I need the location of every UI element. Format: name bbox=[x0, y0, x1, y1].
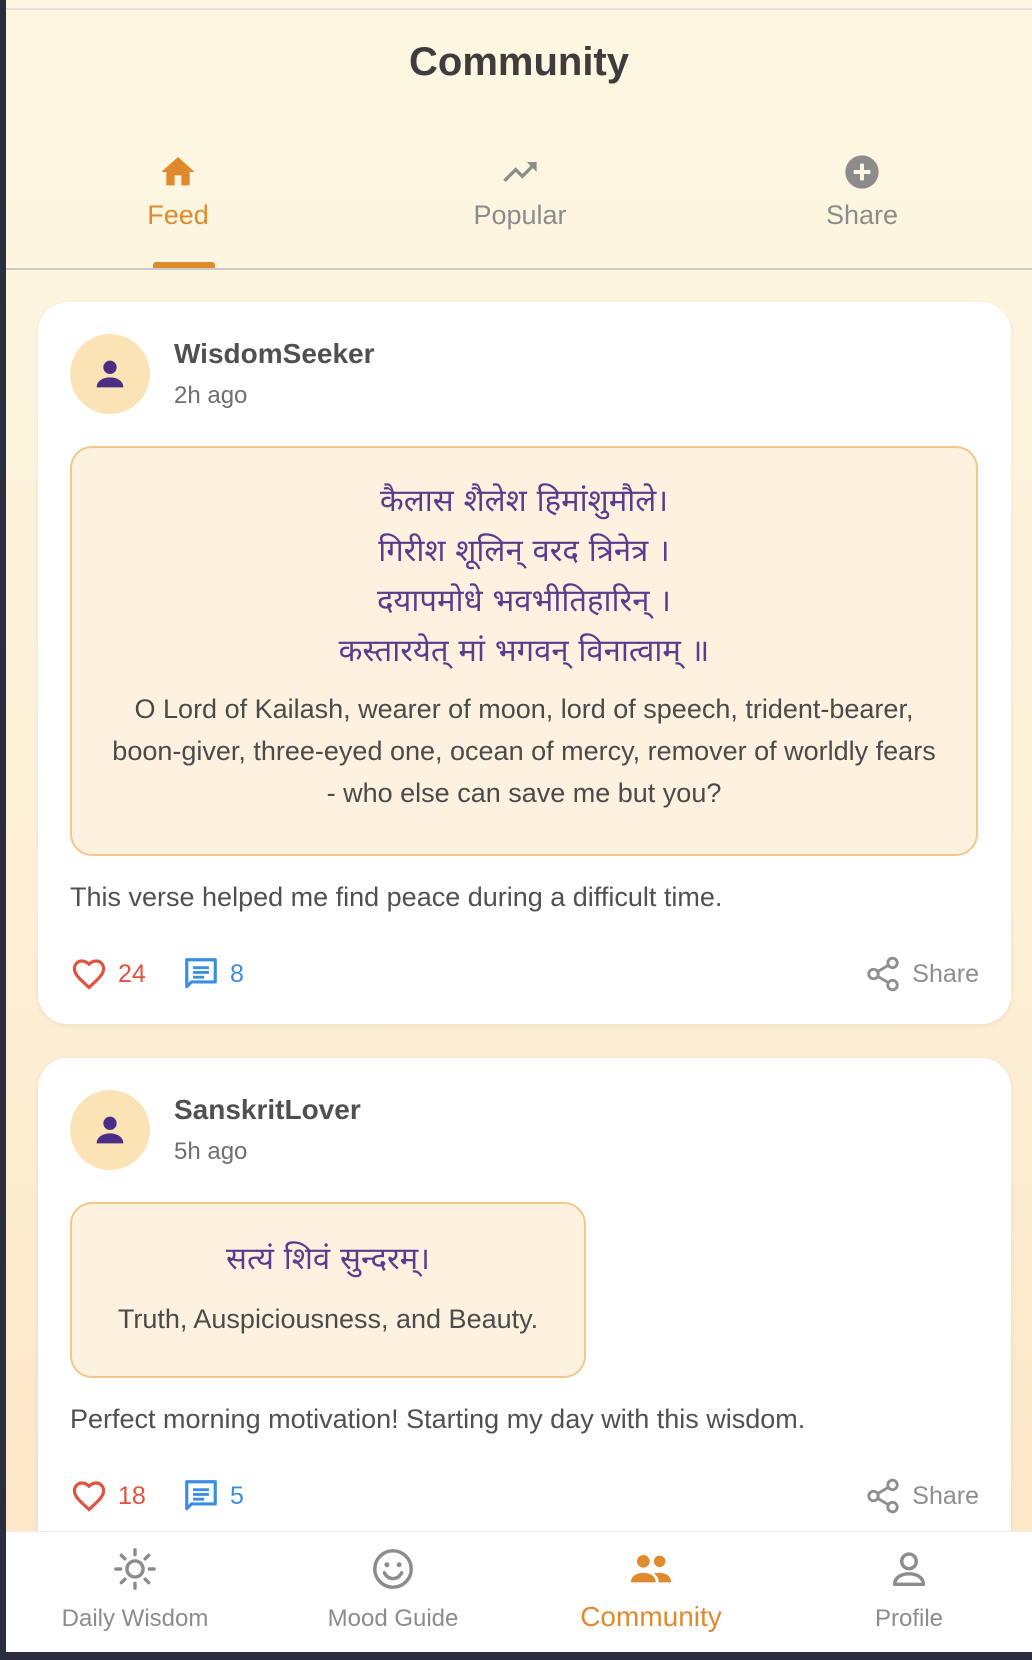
window-edge bbox=[0, 1652, 1032, 1660]
share-icon bbox=[867, 956, 899, 992]
app-screen: Community Feed Popular Share WisdomSeeke… bbox=[6, 0, 1032, 1652]
post-text: Perfect morning motivation! Starting my … bbox=[70, 1404, 806, 1434]
verse-translation: Truth, Auspiciousness, and Beauty. bbox=[117, 1304, 539, 1334]
comment-icon bbox=[185, 958, 217, 989]
share-label: Share bbox=[912, 1481, 979, 1510]
like-button[interactable]: 24 bbox=[70, 952, 146, 996]
comments-count: 8 bbox=[230, 959, 244, 988]
comment-button[interactable]: 5 bbox=[182, 1474, 244, 1518]
nav-community[interactable]: Community bbox=[522, 1532, 780, 1652]
like-button[interactable]: 18 bbox=[70, 1474, 146, 1518]
person-outline-icon bbox=[892, 1552, 926, 1587]
page-title: Community bbox=[409, 40, 629, 84]
post-username[interactable]: WisdomSeeker bbox=[174, 338, 375, 370]
share-icon bbox=[867, 1478, 899, 1514]
comments-count: 5 bbox=[230, 1481, 244, 1510]
comment-icon bbox=[185, 1480, 217, 1511]
post-timestamp: 2h ago bbox=[174, 382, 248, 409]
verse-line: सत्यं शिवं सुन्दरम्। bbox=[226, 1241, 430, 1277]
avatar[interactable] bbox=[70, 334, 150, 414]
nav-label: Mood Guide bbox=[327, 1605, 459, 1632]
tab-label: Popular bbox=[473, 200, 567, 230]
post-text: This verse helped me find peace during a… bbox=[70, 882, 723, 912]
tab-share[interactable]: Share bbox=[692, 140, 1032, 270]
add-circle-icon bbox=[845, 155, 879, 189]
tab-bar: Feed Popular Share bbox=[6, 140, 1032, 270]
heart-icon bbox=[72, 1481, 106, 1512]
verse-line: कैलास शैलेश हिमांशुमौले। bbox=[379, 483, 669, 519]
verse-box: सत्यं शिवं सुन्दरम्। Truth, Auspiciousne… bbox=[70, 1202, 586, 1378]
people-icon bbox=[630, 1555, 672, 1583]
tab-label: Feed bbox=[147, 200, 209, 230]
likes-count: 18 bbox=[118, 1481, 146, 1510]
home-icon bbox=[161, 157, 195, 186]
post-actions: 18 5 Share bbox=[70, 1474, 979, 1518]
likes-count: 24 bbox=[118, 959, 146, 988]
nav-mood-guide[interactable]: Mood Guide bbox=[264, 1532, 522, 1652]
tab-popular[interactable]: Popular bbox=[350, 140, 690, 270]
post-username[interactable]: SanskritLover bbox=[174, 1094, 361, 1126]
person-icon bbox=[96, 1116, 124, 1144]
post-timestamp: 5h ago bbox=[174, 1138, 248, 1165]
share-button[interactable]: Share bbox=[864, 952, 979, 996]
top-divider bbox=[6, 8, 1032, 10]
bottom-navigation: Daily Wisdom Mood Guide Community Profil… bbox=[6, 1531, 1032, 1652]
tab-feed[interactable]: Feed bbox=[8, 140, 348, 270]
post-actions: 24 8 Share bbox=[70, 952, 979, 996]
comment-button[interactable]: 8 bbox=[182, 952, 244, 996]
nav-label: Profile bbox=[874, 1605, 944, 1632]
trending-up-icon bbox=[503, 162, 537, 182]
post-card: SanskritLover 5h ago सत्यं शिवं सुन्दरम्… bbox=[38, 1058, 1011, 1558]
nav-label: Community bbox=[580, 1601, 722, 1632]
verse-line: गिरीश शूलिन् वरद त्रिनेत्र । bbox=[378, 533, 670, 569]
tab-label: Share bbox=[825, 200, 899, 230]
person-icon bbox=[96, 360, 124, 388]
verse-line: कस्तारयेत् मां भगवन् विनात्वाम् ॥ bbox=[338, 633, 710, 669]
verse-translation: O Lord of Kailash, wearer of moon, lord … bbox=[112, 694, 936, 808]
nav-label: Daily Wisdom bbox=[61, 1605, 209, 1632]
verse-line: दयापमोधे भवभीतिहारिन् । bbox=[376, 583, 672, 619]
share-button[interactable]: Share bbox=[864, 1474, 979, 1518]
tabs-divider bbox=[6, 268, 1032, 270]
sun-icon bbox=[114, 1548, 156, 1590]
share-label: Share bbox=[912, 959, 979, 988]
avatar[interactable] bbox=[70, 1090, 150, 1170]
smiley-icon bbox=[373, 1549, 413, 1589]
heart-icon bbox=[72, 959, 106, 990]
verse-box: कैलास शैलेश हिमांशुमौले। गिरीश शूलिन् वर… bbox=[70, 446, 978, 856]
nav-daily-wisdom[interactable]: Daily Wisdom bbox=[6, 1532, 264, 1652]
post-card: WisdomSeeker 2h ago कैलास शैलेश हिमांशुम… bbox=[38, 302, 1011, 1024]
nav-profile[interactable]: Profile bbox=[780, 1532, 1032, 1652]
